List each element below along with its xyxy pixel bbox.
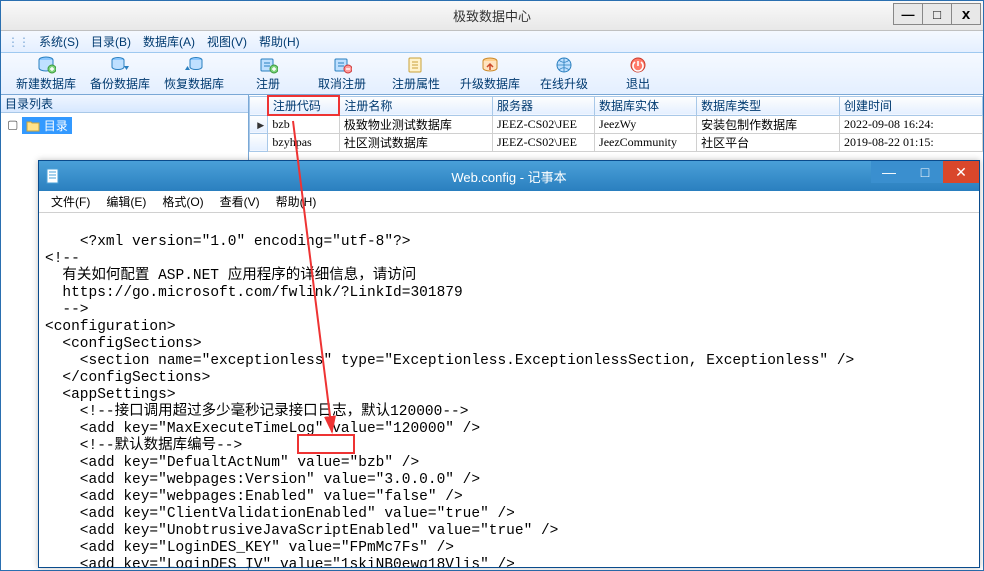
tool-backup-db[interactable]: 备份数据库 (83, 54, 157, 94)
tool-label: 恢复数据库 (164, 75, 224, 92)
tool-label: 升级数据库 (460, 75, 520, 92)
tool-register-props[interactable]: 注册属性 (379, 54, 453, 94)
cell-type: 安装包制作数据库 (697, 115, 840, 133)
online-upgrade-icon (554, 56, 574, 74)
np-menu-help[interactable]: 帮助(H) (268, 191, 325, 212)
col-db-type[interactable]: 数据库类型 (697, 96, 840, 115)
tool-label: 退出 (626, 75, 650, 92)
tool-new-db[interactable]: 新建数据库 (9, 54, 83, 94)
tool-upgrade-db[interactable]: 升级数据库 (453, 54, 527, 94)
maximize-button[interactable]: □ (922, 3, 952, 25)
cell-entity: JeezWy (595, 115, 697, 133)
props-icon (406, 56, 426, 74)
grid-header-row: 注册代码 注册名称 服务器 数据库实体 数据库类型 创建时间 (250, 96, 983, 115)
cell-name: 极致物业测试数据库 (339, 115, 492, 133)
cell-time: 2022-09-08 16:24: (840, 115, 983, 133)
tree-expand-icon[interactable]: ▢ (7, 118, 18, 132)
notepad-window-controls: — □ ✕ (871, 161, 979, 183)
notepad-window: Web.config - 记事本 — □ ✕ 文件(F) 编辑(E) 格式(O)… (38, 160, 980, 568)
menu-database[interactable]: 数据库(A) (137, 31, 201, 52)
row-indicator (250, 133, 268, 151)
notepad-content: <?xml version="1.0" encoding="utf-8"?> <… (45, 234, 854, 567)
cell-server: JEEZ-CS02\JEE (492, 115, 594, 133)
cell-code: bzb (268, 115, 339, 133)
notepad-menubar: 文件(F) 编辑(E) 格式(O) 查看(V) 帮助(H) (39, 191, 979, 213)
grid-row[interactable]: bzb 极致物业测试数据库 JEEZ-CS02\JEE JeezWy 安装包制作… (250, 115, 983, 133)
db-restore-icon (184, 56, 204, 74)
folder-icon (26, 120, 40, 132)
row-indicator (250, 115, 268, 133)
notepad-app-icon (45, 168, 61, 184)
annotation-highlight-box (297, 434, 355, 454)
cell-name: 社区测试数据库 (339, 133, 492, 151)
grid-corner (250, 96, 268, 115)
col-db-entity[interactable]: 数据库实体 (595, 96, 697, 115)
unregister-icon (332, 56, 352, 74)
toolbar: 新建数据库 备份数据库 恢复数据库 注册 取消注册 注册属性 升级数据库 在线 (1, 53, 983, 95)
np-menu-edit[interactable]: 编辑(E) (98, 191, 154, 212)
cell-entity: JeezCommunity (595, 133, 697, 151)
col-server[interactable]: 服务器 (492, 96, 594, 115)
grid-row[interactable]: bzyhpas 社区测试数据库 JEEZ-CS02\JEE JeezCommun… (250, 133, 983, 151)
minimize-button[interactable]: — (893, 3, 923, 25)
menubar-grip-icon: ⋮⋮ (7, 35, 29, 49)
menu-catalog[interactable]: 目录(B) (85, 31, 137, 52)
tool-exit[interactable]: 退出 (601, 54, 675, 94)
np-menu-format[interactable]: 格式(O) (154, 191, 211, 212)
notepad-minimize-button[interactable]: — (871, 161, 907, 183)
menu-help[interactable]: 帮助(H) (253, 31, 306, 52)
tree-root-item[interactable]: 目录 (22, 117, 72, 134)
tool-restore-db[interactable]: 恢复数据库 (157, 54, 231, 94)
sidebar-header: 目录列表 (1, 95, 248, 113)
tool-label: 在线升级 (540, 75, 588, 92)
cell-type: 社区平台 (697, 133, 840, 151)
cell-time: 2019-08-22 01:15: (840, 133, 983, 151)
window-controls: — □ x (894, 3, 981, 25)
col-register-name[interactable]: 注册名称 (339, 96, 492, 115)
grid-table: 注册代码 注册名称 服务器 数据库实体 数据库类型 创建时间 bzb 极致物业测… (249, 95, 983, 152)
np-menu-file[interactable]: 文件(F) (43, 191, 98, 212)
tool-register[interactable]: 注册 (231, 54, 305, 94)
col-create-time[interactable]: 创建时间 (840, 96, 983, 115)
upgrade-icon (480, 56, 500, 74)
tool-unregister[interactable]: 取消注册 (305, 54, 379, 94)
col-register-code[interactable]: 注册代码 (268, 96, 339, 115)
db-backup-icon (110, 56, 130, 74)
tool-label: 注册 (256, 75, 280, 92)
cell-server: JEEZ-CS02\JEE (492, 133, 594, 151)
notepad-titlebar[interactable]: Web.config - 记事本 — □ ✕ (39, 161, 979, 191)
menu-view[interactable]: 视图(V) (201, 31, 253, 52)
notepad-maximize-button[interactable]: □ (907, 161, 943, 183)
menu-system[interactable]: 系统(S) (33, 31, 85, 52)
notepad-title: Web.config - 记事本 (39, 167, 979, 186)
close-button[interactable]: x (951, 3, 981, 25)
tree-root-label: 目录 (44, 117, 68, 134)
register-icon (258, 56, 278, 74)
exit-icon (628, 56, 648, 74)
notepad-close-button[interactable]: ✕ (943, 161, 979, 183)
cell-code: bzyhpas (268, 133, 339, 151)
main-title: 极致数据中心 (1, 6, 983, 25)
tool-label: 备份数据库 (90, 75, 150, 92)
main-titlebar[interactable]: 极致数据中心 — □ x (1, 1, 983, 31)
np-menu-view[interactable]: 查看(V) (212, 191, 268, 212)
tool-label: 注册属性 (392, 75, 440, 92)
notepad-textarea[interactable]: <?xml version="1.0" encoding="utf-8"?> <… (39, 213, 979, 567)
tool-label: 取消注册 (318, 75, 366, 92)
db-new-icon (36, 56, 56, 74)
tool-online-upgrade[interactable]: 在线升级 (527, 54, 601, 94)
sidebar-tree: ▢ 目录 (1, 113, 248, 138)
tool-label: 新建数据库 (16, 75, 76, 92)
menubar: ⋮⋮ 系统(S) 目录(B) 数据库(A) 视图(V) 帮助(H) (1, 31, 983, 53)
